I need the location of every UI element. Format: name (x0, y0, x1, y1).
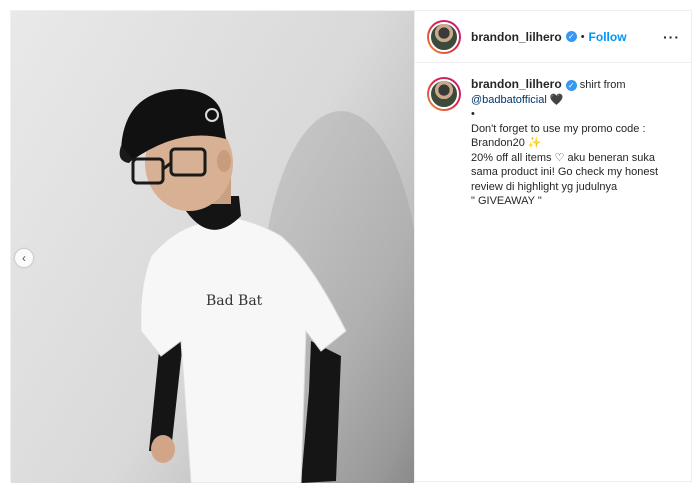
post-sidebar: brandon_lilhero ✓ • Follow ··· brandon_l… (414, 11, 692, 483)
caption-line-5a: 20% off all items (471, 151, 552, 164)
previous-photo-button[interactable]: ‹ (15, 249, 33, 267)
chevron-left-icon: ‹ (22, 250, 26, 265)
post-header: brandon_lilhero ✓ • Follow ··· (415, 11, 692, 63)
post-photo[interactable]: Bad Bat ‹ (11, 11, 414, 483)
instagram-post: Bad Bat ‹ brandon_lilhero ✓ • Follow ···… (10, 10, 692, 483)
black-heart-icon: 🖤 (549, 93, 564, 106)
caption-username-link[interactable]: brandon_lilhero (471, 77, 562, 91)
avatar-image (429, 21, 459, 52)
caption-line-3: Don't forget to use my promo code : (471, 122, 646, 135)
mention-link[interactable]: @badbatofficial (471, 94, 547, 106)
caption-line-6: " GIVEAWAY " (471, 195, 542, 207)
more-options-icon[interactable]: ··· (663, 29, 680, 45)
photo-illustration (119, 89, 414, 483)
sparkle-icon: ✨ (527, 137, 542, 149)
heart-outline-icon: ♡ (554, 151, 565, 164)
follow-button[interactable]: Follow (589, 30, 627, 44)
caption-bullet: • (471, 108, 475, 120)
caption-avatar[interactable] (427, 77, 461, 111)
avatar[interactable] (427, 19, 461, 54)
caption-text: brandon_lilhero ✓ shirt from @badbatoffic… (471, 77, 680, 209)
caption-verified-badge-icon: ✓ (565, 80, 577, 91)
caption-avatar-image (429, 79, 459, 109)
caption-line-1: shirt from (579, 79, 626, 91)
shirt-logo-text: Bad Bat (206, 293, 263, 309)
promo-code: Brandon20 (471, 137, 525, 149)
username-link[interactable]: brandon_lilhero (471, 30, 562, 44)
verified-badge-icon: ✓ (565, 31, 577, 42)
separator-dot: • (580, 30, 585, 43)
caption: brandon_lilhero ✓ shirt from @badbatoffic… (415, 63, 692, 209)
